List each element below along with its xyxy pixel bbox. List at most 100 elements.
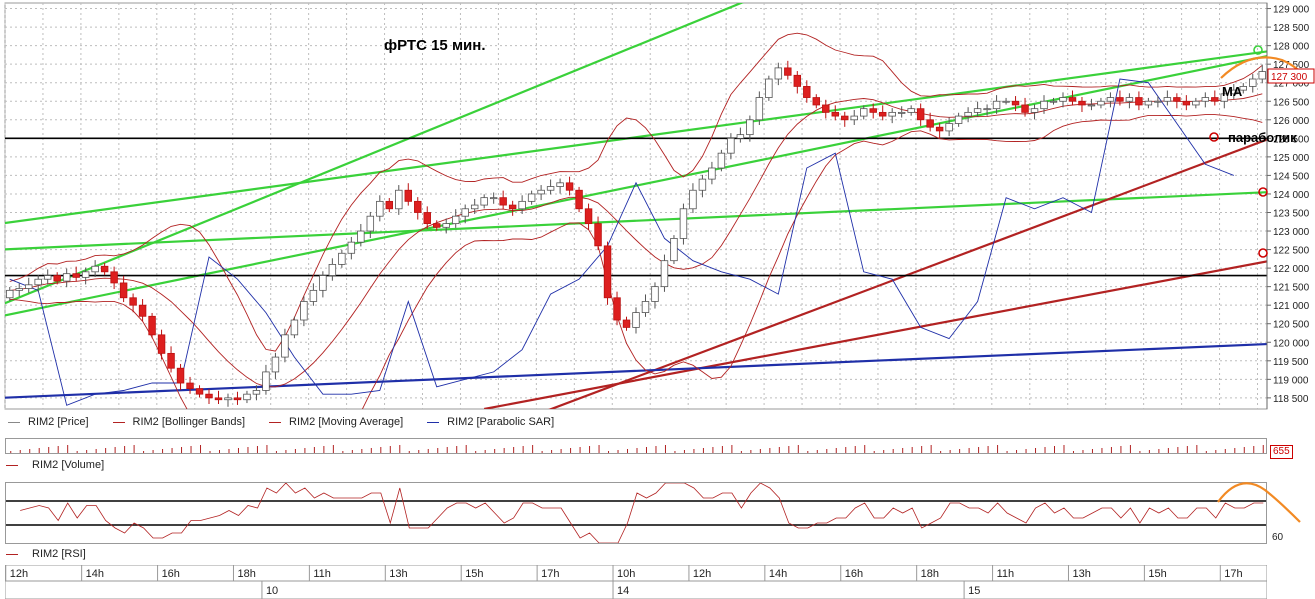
volume-bar [332, 445, 334, 453]
volume-bar [48, 447, 50, 453]
volume-bar [807, 451, 809, 453]
candle-body [1078, 100, 1086, 106]
candle-body [584, 208, 593, 225]
legend-moving-average-label: RIM2 [Moving Average] [289, 416, 404, 428]
candle-body [414, 200, 422, 213]
volume-bar [1262, 445, 1264, 453]
time-tick-label: 18h [237, 568, 255, 580]
legend-swatch [8, 421, 20, 423]
price-tick-label: 125 000 [1273, 153, 1310, 164]
candle-body [15, 288, 23, 291]
volume-bar [816, 450, 818, 453]
volume-bar [304, 448, 306, 453]
candle-body [869, 108, 877, 113]
candle-body [1144, 100, 1153, 106]
candle-body [395, 189, 403, 210]
volume-bar [959, 449, 961, 453]
volume-bar [655, 446, 657, 453]
price-tick-label: 120 000 [1273, 338, 1310, 349]
candle-body [34, 278, 42, 286]
volume-bar [1082, 450, 1084, 453]
volume-bar [456, 446, 458, 453]
candle-body [1068, 97, 1077, 102]
volume-bar [721, 446, 723, 453]
volume-bar [171, 448, 173, 453]
time-tick-label: 14h [86, 568, 104, 580]
candle-body [755, 97, 764, 121]
volume-bar [873, 451, 875, 453]
candle-body [290, 319, 299, 336]
volume-bar [864, 445, 866, 453]
time-tick-label: 15h [465, 568, 483, 580]
volume-bar [294, 449, 296, 453]
candle-body [1211, 97, 1219, 102]
time-tick-label: 10h [617, 568, 635, 580]
price-tick-label: 121 500 [1273, 283, 1310, 294]
volume-bar [124, 446, 126, 453]
volume-bar [892, 449, 894, 453]
volume-bar [19, 450, 21, 453]
candle-body [1135, 97, 1143, 106]
legend-bollinger: RIM2 [Bollinger Bands] [112, 416, 245, 428]
time-tick-label: 12h [10, 568, 28, 580]
volume-bar [38, 448, 40, 453]
volume-bar [399, 445, 401, 453]
time-tick-label: 17h [541, 568, 559, 580]
candle-body [1154, 100, 1162, 103]
volume-bar [389, 446, 391, 453]
volume-bar [190, 446, 192, 453]
candle-body [319, 275, 327, 291]
date-tick-label: 15 [968, 585, 980, 597]
volume-bar [1186, 446, 1188, 453]
legend-swatch [6, 553, 18, 555]
candle-body [765, 78, 773, 98]
volume-bar [152, 450, 154, 453]
volume-bar [1006, 451, 1008, 453]
candle-body [888, 111, 896, 117]
volume-bar [1148, 450, 1150, 453]
candle-body [717, 152, 726, 169]
candle-body [812, 97, 821, 106]
time-tick-label: 18h [921, 568, 939, 580]
candle-body [603, 245, 612, 299]
volume-bar [1243, 447, 1245, 453]
volume-bar [940, 451, 942, 453]
volume-bar [1224, 449, 1226, 453]
candle-body [651, 286, 659, 302]
candle-body [167, 352, 175, 369]
candle-body [347, 241, 356, 254]
volume-bar [57, 446, 59, 453]
candle-body [300, 301, 308, 321]
volume-bar [29, 449, 31, 453]
volume-bar [636, 448, 638, 453]
candle-body [613, 297, 621, 321]
candle-body [62, 273, 71, 282]
volume-bar [987, 446, 989, 453]
volume-bar [1196, 445, 1198, 453]
candle-body [537, 189, 545, 195]
candle-body [72, 273, 80, 278]
candle-body [992, 100, 1001, 110]
candle-body [461, 208, 469, 217]
candle-body [546, 186, 555, 191]
volume-bar [437, 448, 439, 453]
price-tick-label: 121 000 [1273, 301, 1310, 312]
price-tick-label: 120 500 [1273, 320, 1310, 331]
volume-bar [200, 445, 202, 453]
volume-bar [313, 447, 315, 453]
volume-bar [978, 447, 980, 453]
volume-bar [342, 451, 344, 453]
volume-bar [1215, 450, 1217, 453]
volume-bar [579, 447, 581, 453]
volume-bar [911, 447, 913, 453]
volume-bar [645, 447, 647, 453]
volume-bar [143, 451, 145, 453]
volume-bar [105, 448, 107, 453]
time-tick-label: 13h [1072, 568, 1090, 580]
candle-body [385, 200, 394, 210]
volume-bar [702, 448, 704, 453]
candle-body [641, 301, 650, 313]
candle-body [973, 108, 982, 113]
volume-label: RIM2 [Volume] [32, 459, 105, 471]
rsi-panel [5, 482, 1267, 544]
